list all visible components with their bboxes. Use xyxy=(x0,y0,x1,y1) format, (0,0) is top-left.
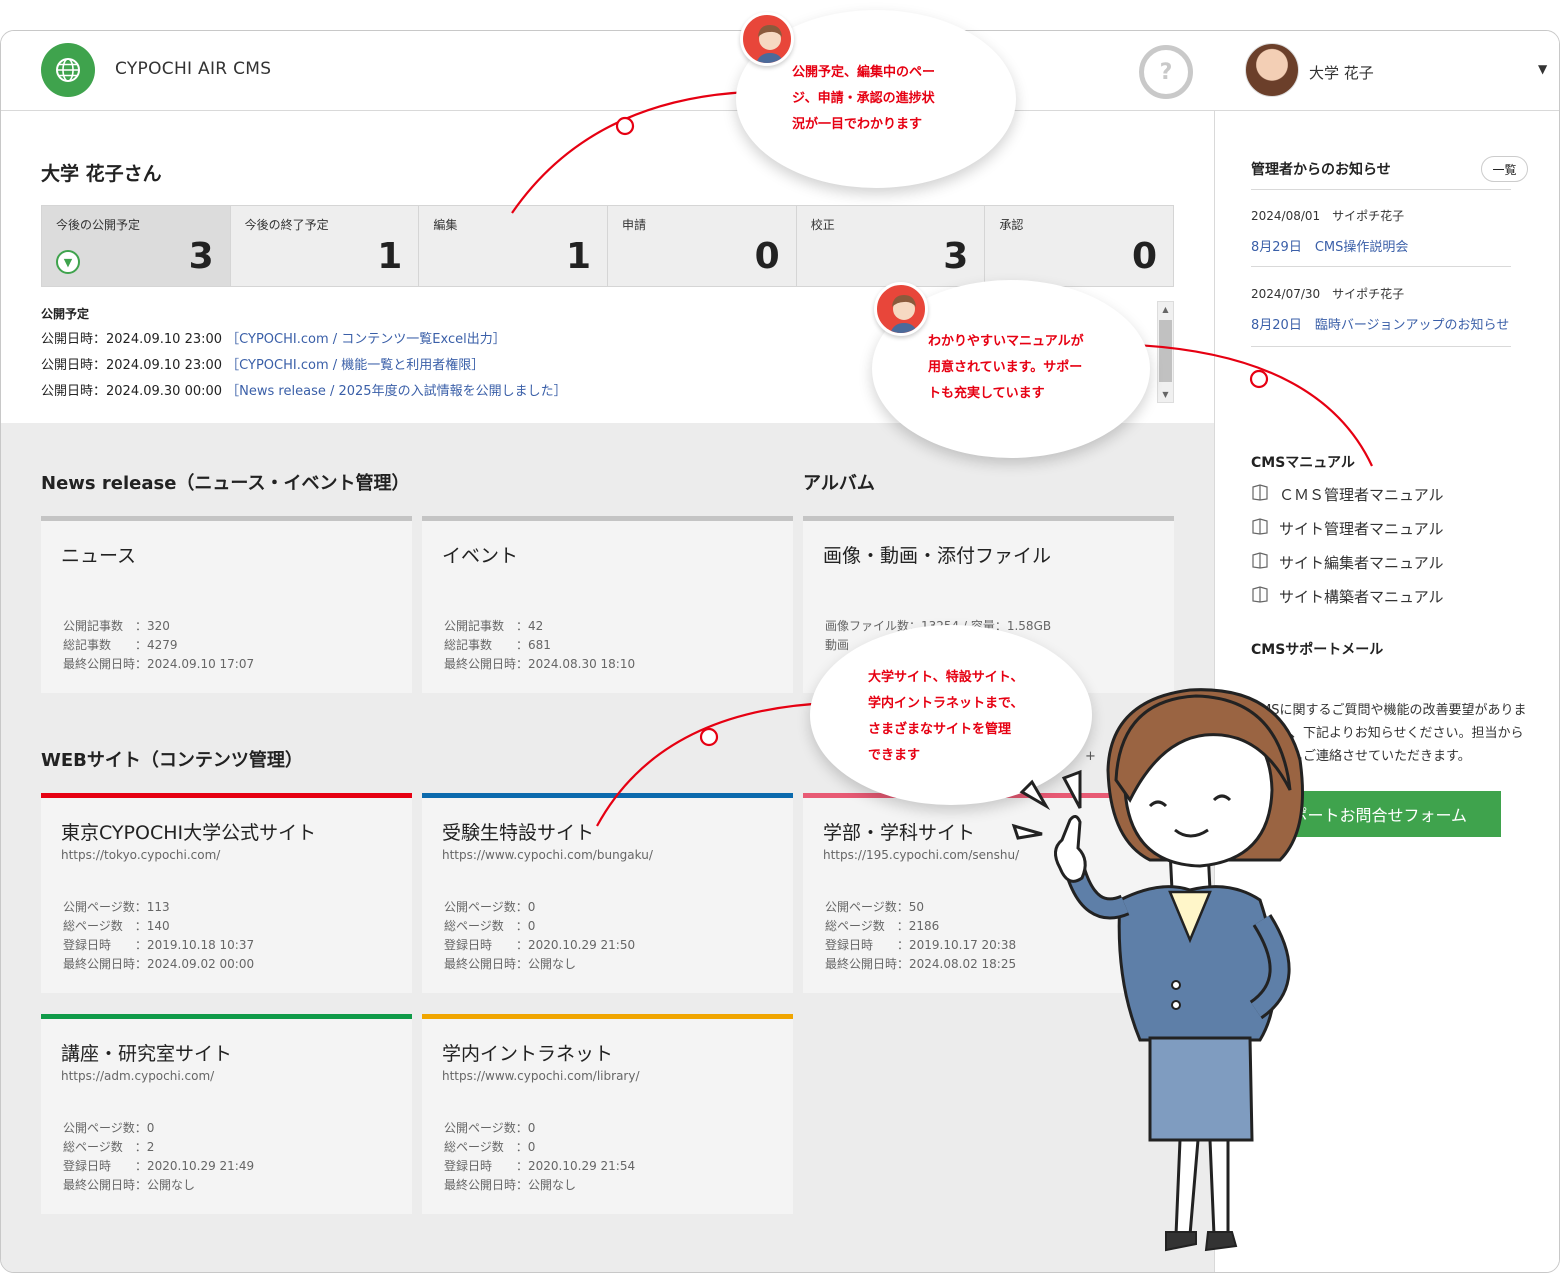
guide-woman-illustration xyxy=(1011,688,1304,1252)
